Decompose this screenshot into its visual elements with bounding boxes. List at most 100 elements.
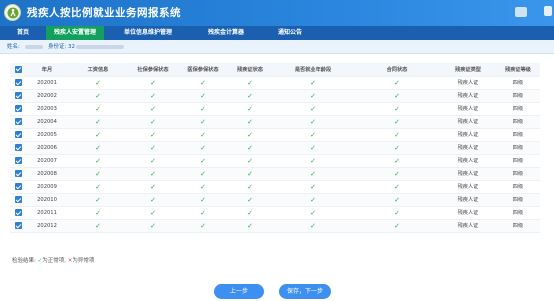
name-value-redacted [25,45,43,49]
row-certificate-level: 四级 [496,206,540,220]
check-icon: ✓ [228,128,272,142]
check-icon: ✓ [68,128,128,142]
nav-item-placement[interactable]: 残疾人安置管理 [46,26,104,40]
check-icon: ✓ [68,219,128,233]
row-certificate-level: 四级 [496,115,540,129]
row-checkbox[interactable] [10,167,26,181]
col-header-social-insurance: 社保参保状态 [128,63,178,77]
nav-item-calculator[interactable]: 残疾金计算器 [192,26,260,40]
check-icon: ✓ [272,180,354,194]
check-icon: ✓ [128,128,178,142]
row-checkbox[interactable] [10,219,26,233]
row-certificate-level: 四级 [496,76,540,90]
prev-button[interactable]: 上一步 [214,284,264,299]
check-icon: ✓ [228,76,272,90]
row-checkbox[interactable] [10,154,26,168]
row-month: 202006 [26,141,68,155]
check-icon: ✓ [228,89,272,103]
check-icon: ✓ [128,219,178,233]
table-header-row: 年月 工资信息 社保参保状态 医保参保状态 残疾证状态 是否就业年龄段 合同状态… [10,63,540,77]
col-header-medical-insurance: 医保参保状态 [178,63,228,77]
col-header-working-age: 是否就业年龄段 [272,63,354,77]
table-row: 202005 ✓ ✓ ✓ ✓ ✓ ✓ 残疾人证 四级 [10,128,540,142]
table-row: 202010 ✓ ✓ ✓ ✓ ✓ ✓ 残疾人证 四级 [10,193,540,207]
check-icon: ✓ [228,141,272,155]
check-icon: ✓ [354,102,440,116]
user-info-bar: 姓名: 身份证: 32 [0,40,554,54]
row-checkbox[interactable] [10,115,26,129]
legend-prefix: 检验结果: [12,258,36,264]
check-icon: ✓ [128,141,178,155]
check-icon: ✓ [272,193,354,207]
check-icon: ✓ [354,115,440,129]
check-icon: ✓ [128,154,178,168]
check-icon: ✓ [128,102,178,116]
check-icon: ✓ [128,206,178,220]
row-certificate-level: 四级 [496,219,540,233]
check-icon: ✓ [68,115,128,129]
row-checkbox[interactable] [10,180,26,194]
row-checkbox[interactable] [10,89,26,103]
row-month: 202001 [26,76,68,90]
row-month: 202003 [26,102,68,116]
check-icon: ✓ [128,167,178,181]
check-icon: ✓ [272,128,354,142]
check-icon: ✓ [272,76,354,90]
select-all-checkbox[interactable] [10,63,26,77]
check-icon: ✓ [128,180,178,194]
nav-item-unit-info[interactable]: 单位信息维护管理 [104,26,192,40]
col-header-wage: 工资信息 [68,63,128,77]
row-checkbox[interactable] [10,193,26,207]
check-icon: ✓ [228,167,272,181]
legend: 检验结果: ✓为正常项, ✕为异常项 [12,256,94,264]
row-certificate-type: 残疾人证 [440,141,496,155]
row-month: 202004 [26,115,68,129]
nav-item-home[interactable]: 首页 [0,26,46,40]
check-icon: ✓ [272,206,354,220]
save-next-button[interactable]: 保存，下一步 [279,284,331,299]
row-checkbox[interactable] [10,102,26,116]
row-certificate-level: 四级 [496,128,540,142]
id-label: 身份证: [48,44,67,50]
row-certificate-level: 四级 [496,167,540,181]
check-icon: ✓ [178,219,228,233]
row-month: 202012 [26,219,68,233]
check-icon: ✓ [178,180,228,194]
check-icon: ✓ [68,180,128,194]
check-icon: ✓ [272,89,354,103]
check-icon: ✓ [178,154,228,168]
check-icon: ✓ [178,167,228,181]
row-certificate-type: 残疾人证 [440,76,496,90]
check-icon: ✓ [178,102,228,116]
check-icon: ✓ [68,89,128,103]
user-menu-icon[interactable] [544,6,552,16]
check-icon: ✓ [354,128,440,142]
row-checkbox[interactable] [10,141,26,155]
legend-ok-text: 为正常项, [42,258,66,264]
check-icon: ✓ [68,193,128,207]
notification-icon[interactable] [515,7,527,17]
row-certificate-level: 四级 [496,141,540,155]
check-icon: ✓ [354,76,440,90]
row-checkbox[interactable] [10,76,26,90]
row-month: 202009 [26,180,68,194]
check-icon: ✓ [272,102,354,116]
check-icon: ✓ [272,115,354,129]
check-icon: ✓ [68,102,128,116]
table-row: 202006 ✓ ✓ ✓ ✓ ✓ ✓ 残疾人证 四级 [10,141,540,155]
id-value-redacted [76,45,124,49]
check-icon: ✓ [128,193,178,207]
row-certificate-type: 残疾人证 [440,180,496,194]
nav-item-notices[interactable]: 通知公告 [260,26,320,40]
check-icon: ✓ [354,219,440,233]
check-icon: ✓ [228,219,272,233]
monthly-check-table: 年月 工资信息 社保参保状态 医保参保状态 残疾证状态 是否就业年龄段 合同状态… [10,63,540,233]
row-checkbox[interactable] [10,128,26,142]
table-row: 202012 ✓ ✓ ✓ ✓ ✓ ✓ 残疾人证 四级 [10,219,540,233]
check-icon: ✓ [68,206,128,220]
table-row: 202009 ✓ ✓ ✓ ✓ ✓ ✓ 残疾人证 四级 [10,180,540,194]
table-row: 202002 ✓ ✓ ✓ ✓ ✓ ✓ 残疾人证 四级 [10,89,540,103]
row-checkbox[interactable] [10,206,26,220]
check-icon: ✓ [228,115,272,129]
table-row: 202001 ✓ ✓ ✓ ✓ ✓ ✓ 残疾人证 四级 [10,76,540,90]
